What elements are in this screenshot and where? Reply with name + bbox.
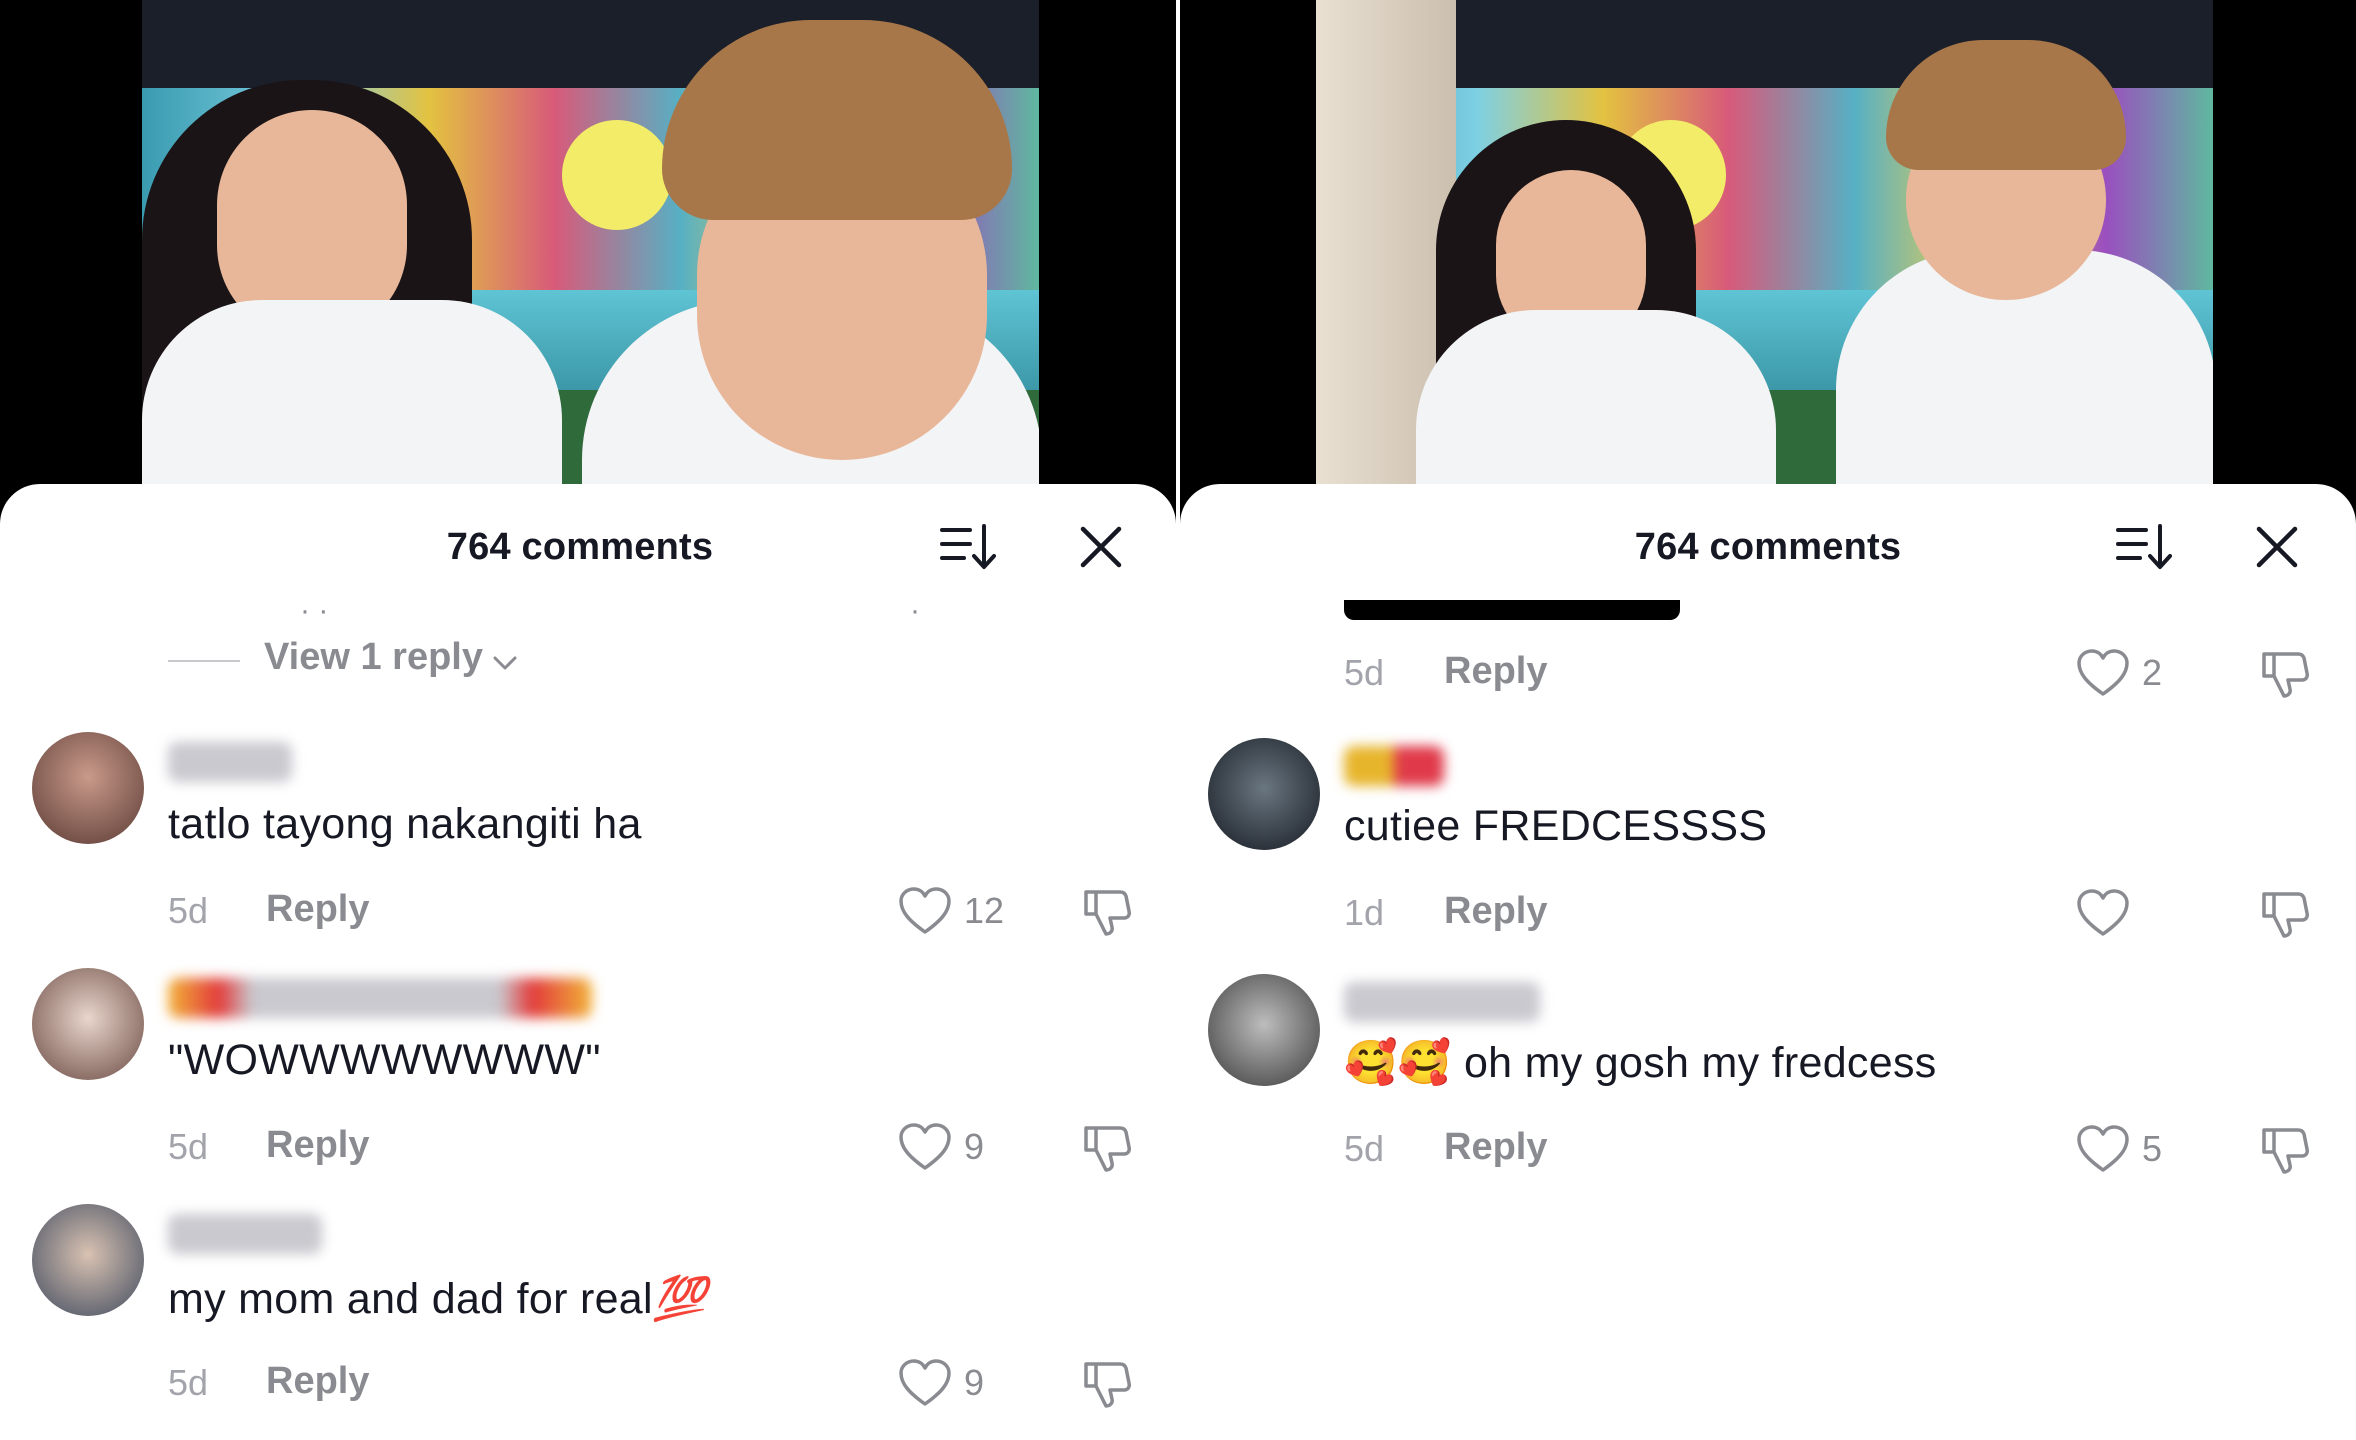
heart-outline-icon[interactable] bbox=[2076, 648, 2130, 698]
comment-text: 🥰🥰 oh my gosh my fredcess bbox=[1344, 1038, 1937, 1088]
comment-time: 5d bbox=[168, 1362, 209, 1403]
comments-sheet: 764 comments · · · View 1 reply tatlo ta… bbox=[0, 484, 1176, 1440]
comment-time: 5d bbox=[1344, 652, 1385, 693]
clipped-content: · · bbox=[300, 594, 329, 627]
comment-time: 5d bbox=[168, 890, 209, 931]
sort-icon[interactable] bbox=[2116, 522, 2172, 572]
thumbs-down-icon[interactable] bbox=[1080, 1356, 1134, 1410]
comment-time: 5d bbox=[1344, 1128, 1385, 1169]
hundred-points-emoji: 💯 bbox=[652, 1275, 707, 1323]
comments-header: 764 comments bbox=[1180, 484, 2356, 602]
avatar[interactable] bbox=[32, 732, 144, 844]
thumbs-down-icon[interactable] bbox=[2258, 886, 2312, 940]
chevron-down-icon bbox=[492, 654, 518, 672]
thumbs-down-icon[interactable] bbox=[2258, 646, 2312, 700]
heart-outline-icon[interactable] bbox=[898, 1122, 952, 1172]
heart-outline-icon[interactable] bbox=[2076, 888, 2130, 938]
video-scene bbox=[1316, 0, 2213, 486]
screenshot-right: 764 comments 5d Reply 2 cutiee FREDCESSS… bbox=[1180, 0, 2356, 1440]
screenshot-left: 764 comments · · · View 1 reply tatlo ta… bbox=[0, 0, 1176, 1440]
username-blurred[interactable] bbox=[1344, 746, 1444, 786]
avatar[interactable] bbox=[1208, 974, 1320, 1086]
comments-count-title: 764 comments bbox=[1634, 526, 1902, 568]
heart-outline-icon[interactable] bbox=[898, 886, 952, 936]
reply-button[interactable]: Reply bbox=[1444, 1126, 1547, 1169]
view-replies-link[interactable]: View 1 reply bbox=[264, 636, 483, 679]
username-blurred[interactable] bbox=[168, 742, 292, 782]
comments-sheet: 764 comments 5d Reply 2 cutiee FREDCESSS… bbox=[1180, 484, 2356, 1440]
video-scene bbox=[142, 0, 1039, 486]
like-count: 9 bbox=[964, 1362, 985, 1403]
like-count: 2 bbox=[2142, 652, 2163, 693]
avatar[interactable] bbox=[1208, 738, 1320, 850]
comment-text: cutiee FREDCESSSS bbox=[1344, 802, 1768, 850]
video-frame bbox=[142, 0, 1039, 486]
like-count: 9 bbox=[964, 1126, 985, 1167]
comment-text-body: oh my gosh my fredcess bbox=[1463, 1039, 1937, 1087]
reply-button[interactable]: Reply bbox=[266, 1360, 369, 1403]
comments-header: 764 comments bbox=[0, 484, 1176, 602]
comment-text: tatlo tayong nakangiti ha bbox=[168, 800, 642, 848]
sort-icon[interactable] bbox=[940, 522, 996, 572]
close-icon[interactable] bbox=[1078, 524, 1124, 570]
comment-time: 5d bbox=[168, 1126, 209, 1167]
comment-time: 1d bbox=[1344, 892, 1385, 933]
heart-outline-icon[interactable] bbox=[2076, 1124, 2130, 1174]
avatar[interactable] bbox=[32, 1204, 144, 1316]
reply-button[interactable]: Reply bbox=[1444, 650, 1547, 693]
like-count: 5 bbox=[2142, 1128, 2163, 1169]
reply-button[interactable]: Reply bbox=[1444, 890, 1547, 933]
thumbs-down-icon[interactable] bbox=[1080, 884, 1134, 938]
redacted-bar bbox=[1344, 600, 1680, 620]
reply-button[interactable]: Reply bbox=[266, 1124, 369, 1167]
video-player[interactable] bbox=[0, 0, 1176, 500]
like-count: 12 bbox=[964, 890, 1005, 931]
avatar[interactable] bbox=[32, 968, 144, 1080]
video-frame bbox=[1316, 0, 2213, 486]
comment-text-body: my mom and dad for real bbox=[168, 1275, 653, 1323]
heart-outline-icon[interactable] bbox=[898, 1358, 952, 1408]
username-blurred[interactable] bbox=[1344, 982, 1540, 1022]
username-blurred[interactable] bbox=[168, 978, 592, 1018]
clipped-content: · bbox=[910, 594, 920, 627]
reply-thread-line bbox=[168, 660, 240, 662]
smiling-face-with-hearts-emoji: 🥰🥰 bbox=[1344, 1039, 1452, 1087]
comment-text: "WOWWWWWWWW" bbox=[168, 1036, 601, 1084]
thumbs-down-icon[interactable] bbox=[2258, 1122, 2312, 1176]
thumbs-down-icon[interactable] bbox=[1080, 1120, 1134, 1174]
video-player[interactable] bbox=[1180, 0, 2356, 500]
close-icon[interactable] bbox=[2254, 524, 2300, 570]
reply-button[interactable]: Reply bbox=[266, 888, 369, 931]
username-blurred[interactable] bbox=[168, 1214, 322, 1254]
comment-text: my mom and dad for real💯 bbox=[168, 1274, 707, 1324]
